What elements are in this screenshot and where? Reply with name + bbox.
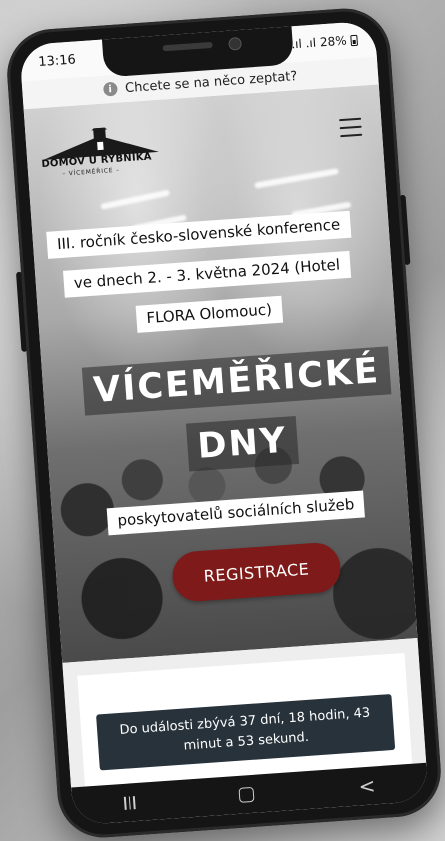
hero-title-2: DNY <box>185 416 299 472</box>
hero-line-2: ve dnech 2. - 3. května 2024 (Hotel <box>62 250 351 298</box>
hero-title-1: VÍCEMĚŘICKÉ <box>81 346 392 416</box>
info-section: Do události zbývá 37 dní, 18 hodin, 43 m… <box>62 638 427 788</box>
site-header: DOMOV U RYBNÍKA – VÍCEMĚŘICE – <box>25 104 384 189</box>
hero-subtitle: poskytovatelů sociálních služeb <box>106 490 366 536</box>
home-icon[interactable] <box>238 786 255 803</box>
battery-icon <box>350 34 358 46</box>
registration-button[interactable]: REGISTRACE <box>170 541 343 603</box>
hamburger-menu-icon[interactable] <box>339 117 363 138</box>
info-icon: i <box>102 81 118 97</box>
hero-line-3: FLORA Olomouc) <box>135 295 283 333</box>
signal-icon: .ıl .ıl <box>290 35 317 52</box>
status-indicators: .ıl .ıl 28% <box>290 33 358 52</box>
camera-icon <box>228 36 243 51</box>
status-time: 13:16 <box>37 51 77 70</box>
countdown-banner: Do události zbývá 37 dní, 18 hodin, 43 m… <box>96 693 396 771</box>
battery-level: 28% <box>319 33 348 50</box>
logo[interactable]: DOMOV U RYBNÍKA – VÍCEMĚŘICE – <box>39 124 162 184</box>
recent-apps-icon[interactable] <box>124 795 136 810</box>
ceiling-light <box>100 189 171 210</box>
hero-section: DOMOV U RYBNÍKA – VÍCEMĚŘICE – III. ročn… <box>23 84 418 663</box>
phone-screen: 13:16 .ıl .ıl 28% i Chcete se na něco ze… <box>19 20 429 826</box>
phone-mockup: 13:16 .ıl .ıl 28% i Chcete se na něco ze… <box>4 5 444 841</box>
back-icon[interactable]: < <box>358 773 376 798</box>
speaker-icon <box>162 41 213 52</box>
hero-line-1: III. ročník česko-slovenské konference <box>46 210 352 259</box>
logo-subtitle: – VÍCEMĚŘICE – <box>62 166 121 178</box>
